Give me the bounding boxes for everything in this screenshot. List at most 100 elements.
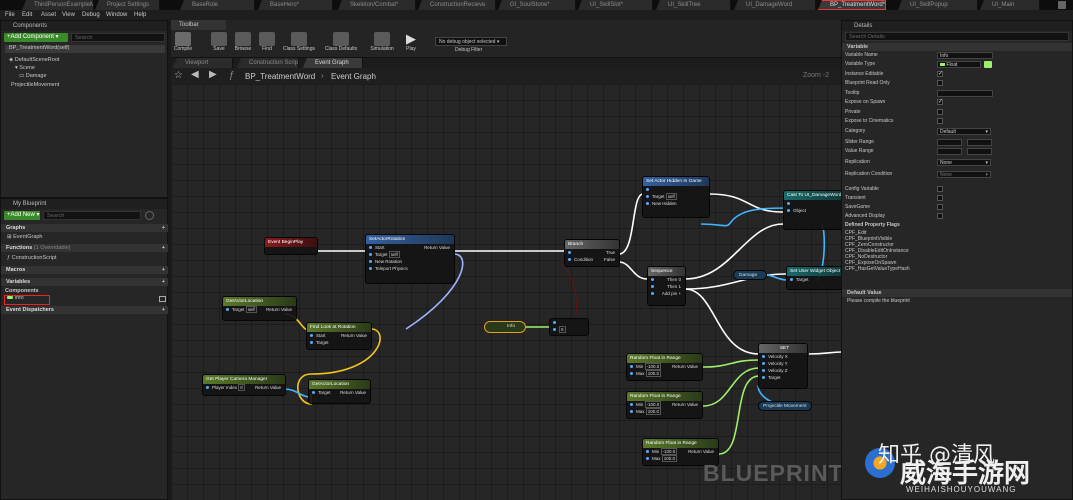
- pin-new-rotation[interactable]: New Rotation: [366, 258, 454, 265]
- menu-help[interactable]: Help: [134, 10, 146, 20]
- pin-then-0[interactable]: Then 0: [648, 276, 685, 283]
- pin-target[interactable]: Target self: [643, 193, 709, 200]
- section-macros[interactable]: Macros +: [1, 266, 168, 274]
- add-dispatcher-icon[interactable]: +: [162, 306, 165, 314]
- private-checkbox[interactable]: [937, 109, 943, 115]
- pin-velocity-x[interactable]: Velocity X: [759, 353, 807, 360]
- expose-cinematics-checkbox[interactable]: [937, 118, 943, 124]
- debug-object-select[interactable]: No debug object selected ▾: [435, 37, 507, 46]
- tab-viewport[interactable]: Viewport: [173, 58, 233, 68]
- node-set-user-widget[interactable]: Set User Widget Object Target: [786, 266, 846, 290]
- pin-min[interactable]: Min -100.0 Return Value: [643, 448, 718, 455]
- tooltip-field[interactable]: [937, 90, 993, 97]
- tab-base-role[interactable]: BaseRole: [180, 0, 255, 10]
- node-info-getter[interactable]: Info: [484, 321, 526, 333]
- node-get-actor-location-2[interactable]: GetActorLocation Target Return Value: [308, 379, 371, 404]
- pin-max[interactable]: Max 100.0: [627, 408, 702, 415]
- value-range-min[interactable]: [937, 148, 962, 155]
- pin-start[interactable]: Start Return Value: [307, 332, 371, 339]
- node-damage-getter[interactable]: Damage: [733, 270, 767, 280]
- menu-edit[interactable]: Edit: [22, 10, 32, 20]
- transient-checkbox[interactable]: [937, 195, 943, 201]
- node-projectile-movement[interactable]: Projectile Movement: [758, 401, 812, 411]
- pin-target[interactable]: Target self: [366, 251, 454, 258]
- tree-item-damage[interactable]: ▭ Damage: [19, 73, 47, 79]
- tab-construction-recieve[interactable]: ConstructionRecieve: [418, 0, 496, 10]
- node-random-float-1[interactable]: Random Float in Range Min -100.0 Return V…: [626, 353, 703, 381]
- node-get-player-camera-manager[interactable]: Get Player Camera Manager Player Index 0…: [202, 374, 286, 396]
- tab-ui-skill-tree[interactable]: UI_SkillTree: [656, 0, 731, 10]
- section-variables[interactable]: Variables +: [1, 278, 168, 286]
- back-arrow-icon[interactable]: ◀: [191, 69, 199, 80]
- node-random-float-2[interactable]: Random Float in Range Min -100.0 Return V…: [626, 391, 703, 419]
- replication-condition-select[interactable]: None ▾: [937, 171, 991, 178]
- eye-icon[interactable]: [159, 296, 166, 302]
- section-graphs[interactable]: Graphs +: [1, 224, 168, 232]
- find-button[interactable]: Find: [256, 32, 278, 56]
- pin-add[interactable]: Add pin +: [648, 290, 685, 297]
- pin-min[interactable]: Min -100.0 Return Value: [627, 363, 702, 370]
- instance-editable-checkbox[interactable]: [937, 70, 943, 79]
- pin-target[interactable]: Target: [307, 339, 371, 346]
- node-branch[interactable]: Branch True Condition False: [564, 239, 620, 267]
- event-graph-item[interactable]: ⊞ EventGraph: [7, 234, 43, 240]
- variable-type-select[interactable]: Float: [937, 61, 981, 68]
- components-category[interactable]: Components: [5, 288, 39, 294]
- tree-item-scene[interactable]: ▾ Scene: [15, 65, 35, 71]
- default-value-section-header[interactable]: Default Value: [842, 289, 1072, 297]
- browse-button[interactable]: Browse: [232, 32, 254, 56]
- tab-base-hero[interactable]: BaseHero*: [258, 0, 333, 10]
- compile-button[interactable]: Compile: [172, 32, 194, 56]
- menu-debug[interactable]: Debug: [82, 10, 100, 20]
- components-search-input[interactable]: Search: [71, 33, 165, 42]
- add-new-button[interactable]: +Add New ▾: [4, 211, 40, 220]
- node-get-actor-location[interactable]: GetActorLocation Target self Return Value: [222, 296, 297, 321]
- variable-section-header[interactable]: Variable: [842, 43, 1072, 51]
- node-set-actor-hidden[interactable]: Set Actor Hidden In Game Target self New…: [642, 176, 710, 218]
- pin-target[interactable]: Target self Return Value: [223, 306, 296, 313]
- blueprint-read-only-checkbox[interactable]: [937, 80, 943, 86]
- add-macro-icon[interactable]: +: [162, 266, 165, 274]
- pin-condition[interactable]: Condition False: [565, 256, 619, 263]
- tab-skeleton-combat[interactable]: Skeleton/Combat*: [338, 0, 416, 10]
- class-settings-button[interactable]: Class Settings: [283, 32, 315, 56]
- pin-min[interactable]: Min -100.0 Return Value: [627, 401, 702, 408]
- add-component-button[interactable]: +Add Component ▾: [4, 33, 68, 42]
- tab-construction-script[interactable]: Construction Script: [237, 58, 299, 68]
- view-options-icon[interactable]: [145, 211, 154, 220]
- pin-true[interactable]: True: [565, 249, 619, 256]
- toolbar-tab[interactable]: Toolbar: [171, 20, 226, 30]
- slider-range-min[interactable]: [937, 139, 962, 146]
- pin-target[interactable]: Target Return Value: [309, 389, 370, 396]
- expose-on-spawn-checkbox[interactable]: [937, 98, 943, 107]
- window-controls-icon[interactable]: [1058, 1, 1066, 9]
- tab-ui-skill-slot[interactable]: UI_SkillSlot*: [578, 0, 653, 10]
- tab-third-person-map[interactable]: ThirdPersonExampleMap*: [22, 0, 94, 10]
- advanced-display-checkbox[interactable]: [937, 213, 943, 219]
- variable-name-field[interactable]: Info: [937, 52, 993, 59]
- construction-script-item[interactable]: ƒ ConstructionScript: [7, 255, 57, 261]
- tree-item-projectile-movement[interactable]: ProjectileMovement: [11, 82, 59, 88]
- pin-teleport[interactable]: Teleport Physics: [366, 265, 454, 272]
- pin-b[interactable]: 0: [550, 326, 588, 333]
- node-cast-to-ui-damage-word[interactable]: Cast To UI_DamageWord Object: [783, 190, 845, 230]
- tab-event-graph[interactable]: Event Graph: [303, 58, 363, 68]
- config-variable-checkbox[interactable]: [937, 186, 943, 192]
- menu-asset[interactable]: Asset: [41, 10, 56, 20]
- add-graph-icon[interactable]: +: [162, 224, 165, 232]
- tree-item-default-scene-root[interactable]: ◈ DefaultSceneRoot: [9, 57, 59, 63]
- save-button[interactable]: Save: [208, 32, 230, 56]
- section-event-dispatchers[interactable]: Event Dispatchers +: [1, 306, 168, 314]
- favorite-star-icon[interactable]: ☆: [174, 70, 183, 81]
- container-type-icon[interactable]: [984, 61, 992, 68]
- tab-ui-skill-popup[interactable]: UI_SkillPopup: [898, 0, 978, 10]
- simulation-button[interactable]: Simulation: [370, 32, 394, 56]
- pin-then-1[interactable]: Then 1: [648, 283, 685, 290]
- my-blueprint-search-input[interactable]: Search: [43, 211, 141, 220]
- pin-player-index[interactable]: Player Index 0 Return Value: [203, 384, 285, 391]
- node-float-compare[interactable]: 0: [549, 318, 589, 336]
- event-graph-canvas[interactable]: Event BeginPlay SetActorRotation Start Re…: [171, 84, 846, 500]
- self-component-item[interactable]: BP_TreatmentWord(self): [5, 45, 165, 53]
- pin-exec[interactable]: [784, 200, 844, 207]
- forward-arrow-icon[interactable]: ▶: [209, 69, 217, 80]
